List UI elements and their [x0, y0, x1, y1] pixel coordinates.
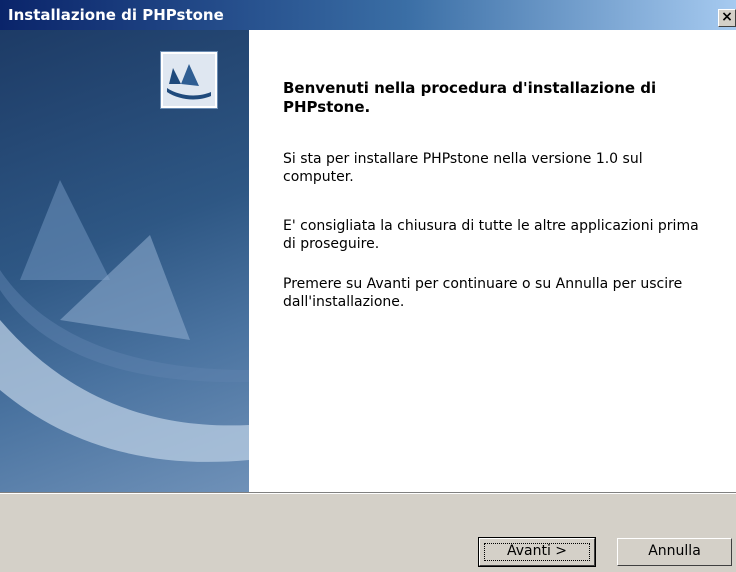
cancel-button-label: Annulla — [648, 543, 701, 559]
sidebar-artwork-panel — [0, 30, 249, 492]
window-title: Installazione di PHPstone — [8, 6, 224, 24]
close-icon: × — [721, 9, 733, 25]
close-apps-text: E' consigliata la chiusura di tutte le a… — [283, 218, 699, 252]
instructions-text: Premere su Avanti per continuare o su An… — [283, 276, 683, 310]
next-button[interactable]: Avanti > — [478, 537, 596, 567]
title-bar[interactable]: Installazione di PHPstone × — [0, 0, 736, 30]
cancel-button[interactable]: Annulla — [617, 538, 732, 566]
install-info-text: Si sta per installare PHPstone nella ver… — [283, 151, 643, 185]
content-panel: Benvenuti nella procedura d'installazion… — [249, 30, 736, 492]
footer-divider — [0, 492, 736, 494]
installer-window: Installazione di PHPstone × Benvenuti ne… — [0, 0, 736, 572]
close-button[interactable]: × — [718, 9, 736, 27]
welcome-heading: Benvenuti nella procedura d'installazion… — [283, 79, 657, 116]
installer-logo-icon — [161, 52, 217, 108]
focus-rectangle — [484, 543, 590, 561]
